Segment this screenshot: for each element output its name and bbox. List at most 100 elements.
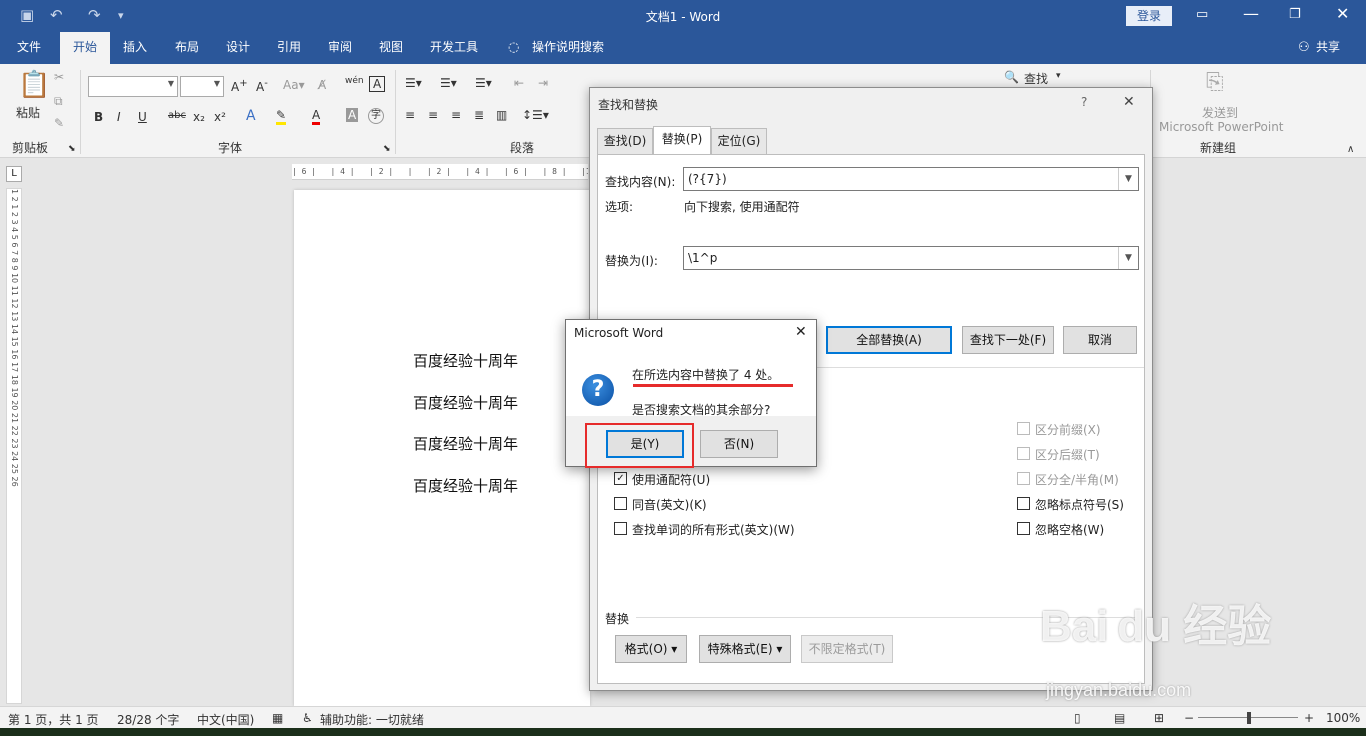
match-prefix-checkbox[interactable] [1017,422,1030,435]
tab-review[interactable]: 审阅 [328,32,352,64]
macro-icon[interactable]: ▦ [272,711,283,725]
word-count[interactable]: 28/28 个字 [117,711,179,728]
superscript-button[interactable]: x² [214,110,226,124]
clipboard-launcher-icon[interactable]: ⬊ [68,144,76,154]
restore-icon[interactable]: ❐ [1289,7,1301,22]
horizontal-ruler[interactable]: | 6 | | 4 | | 2 | | | 2 | | 4 | | 6 | | … [292,164,588,180]
font-name-combo[interactable]: ▼ [88,76,178,97]
page-count[interactable]: 第 1 页，共 1 页 [8,711,99,728]
send-to-ppt-icon[interactable]: ⎘ [1206,70,1224,95]
format-button[interactable]: 格式(O) ▾ [615,635,687,663]
distributed-icon[interactable]: ▥ [496,108,507,122]
read-mode-icon[interactable]: ▯ [1074,711,1081,725]
line-spacing-icon[interactable]: ↕☰▾ [522,108,549,122]
cancel-button[interactable]: 取消 [1063,326,1137,354]
zoom-in-icon[interactable]: + [1304,711,1314,725]
tell-me-search[interactable]: 操作说明搜索 [532,32,604,64]
find-what-input[interactable]: (?{7}) ▼ [683,167,1139,191]
multilevel-list-icon[interactable]: ☰▾ [475,76,492,90]
powerpoint-label[interactable]: Microsoft PowerPoint [1159,120,1284,134]
send-to-label[interactable]: 发送到 [1202,104,1238,121]
share-button[interactable]: 共享 [1316,32,1340,64]
tab-view[interactable]: 视图 [379,32,403,64]
increase-indent-icon[interactable]: ⇥ [538,76,548,90]
find-next-button[interactable]: 查找下一处(F) [962,326,1054,354]
numbering-icon[interactable]: ☰▾ [440,76,457,90]
no-button[interactable]: 否(N) [700,430,778,458]
subscript-button[interactable]: x₂ [193,110,205,124]
tab-selector[interactable]: L [6,166,22,182]
zoom-level[interactable]: 100% [1326,711,1360,725]
all-word-forms-checkbox[interactable] [614,522,627,535]
wildcards-checkbox[interactable]: ✓ [614,472,627,485]
ignore-punct-checkbox[interactable] [1017,497,1030,510]
strikethrough-button[interactable]: abc [168,110,186,121]
find-history-dropdown[interactable]: ▼ [1118,168,1138,190]
tab-references[interactable]: 引用 [277,32,301,64]
tab-find[interactable]: 查找(D) [597,128,653,154]
tab-goto[interactable]: 定位(G) [711,128,767,154]
grow-font-icon[interactable]: A+ [231,78,248,94]
font-launcher-icon[interactable]: ⬊ [383,144,391,154]
language[interactable]: 中文(中国) [197,711,254,728]
char-shading-icon[interactable]: A [346,108,359,122]
tab-home[interactable]: 开始 [60,32,110,64]
close-window-icon[interactable]: ✕ [1336,4,1349,23]
align-center-icon[interactable]: ≡ [428,108,438,122]
find-button[interactable]: 查找 [1024,70,1048,87]
zoom-slider-thumb[interactable] [1247,712,1251,724]
enclose-char-icon[interactable]: 字 [368,108,384,124]
clear-format-icon[interactable]: A̸ [318,78,326,92]
sounds-like-checkbox[interactable] [614,497,627,510]
ignore-space-checkbox[interactable] [1017,522,1030,535]
ribbon-display-icon[interactable]: ▭ [1196,7,1208,22]
phonetic-guide-icon[interactable]: wén [345,76,364,86]
tab-file[interactable]: 文件 [17,32,41,64]
tab-replace[interactable]: 替换(P) [653,126,711,156]
char-border-icon[interactable]: A [369,76,386,92]
copy-icon[interactable]: ⧉ [54,94,63,109]
find-dropdown-icon[interactable]: ▾ [1056,71,1061,81]
bold-button[interactable]: B [94,110,103,124]
cut-icon[interactable]: ✂ [54,70,64,84]
font-size-combo[interactable]: ▼ [180,76,224,97]
replace-history-dropdown[interactable]: ▼ [1118,247,1138,269]
vertical-ruler[interactable]: 1 2 1 2 3 4 5 6 7 8 9 10 11 12 13 14 15 … [6,188,22,704]
print-layout-icon[interactable]: ▤ [1114,711,1125,725]
tab-design[interactable]: 设计 [226,32,250,64]
format-painter-icon[interactable]: ✎ [54,116,64,130]
decrease-indent-icon[interactable]: ⇤ [514,76,524,90]
minimize-icon[interactable]: — [1243,4,1259,23]
align-right-icon[interactable]: ≡ [451,108,461,122]
highlight-icon[interactable]: ✎ [276,108,287,125]
dialog-close-button[interactable]: ✕ [1123,94,1135,110]
special-button[interactable]: 特殊格式(E) ▾ [699,635,791,663]
find-icon: 🔍 [1004,70,1019,84]
login-button[interactable]: 登录 [1126,6,1172,26]
accessibility-status[interactable]: 辅助功能: 一切就绪 [320,711,424,728]
collapse-ribbon-icon[interactable]: ∧ [1347,144,1354,155]
justify-icon[interactable]: ≣ [474,108,484,122]
paste-button[interactable]: 粘贴 [16,104,40,121]
replace-with-input[interactable]: \1^p ▼ [683,246,1139,270]
help-button[interactable]: ? [1081,95,1087,109]
tab-developer[interactable]: 开发工具 [430,32,478,64]
align-left-icon[interactable]: ≡ [405,108,415,122]
replace-all-button[interactable]: 全部替换(A) [826,326,952,354]
underline-button[interactable]: U [138,110,147,124]
italic-button[interactable]: I [117,110,121,124]
web-layout-icon[interactable]: ⊞ [1154,711,1164,725]
message-box-close-button[interactable]: ✕ [795,324,807,340]
bullets-icon[interactable]: ☰▾ [405,76,422,90]
match-suffix-checkbox[interactable] [1017,447,1030,460]
no-formatting-button[interactable]: 不限定格式(T) [801,635,893,663]
text-effects-icon[interactable]: A [246,108,256,124]
tab-insert[interactable]: 插入 [123,32,147,64]
shrink-font-icon[interactable]: A- [256,78,268,94]
font-color-icon[interactable]: A [312,108,321,125]
change-case-icon[interactable]: Aa▾ [283,78,305,92]
zoom-out-icon[interactable]: − [1184,711,1194,725]
tab-layout[interactable]: 布局 [175,32,199,64]
paste-icon[interactable]: 📋 [18,70,50,100]
match-width-checkbox[interactable] [1017,472,1030,485]
